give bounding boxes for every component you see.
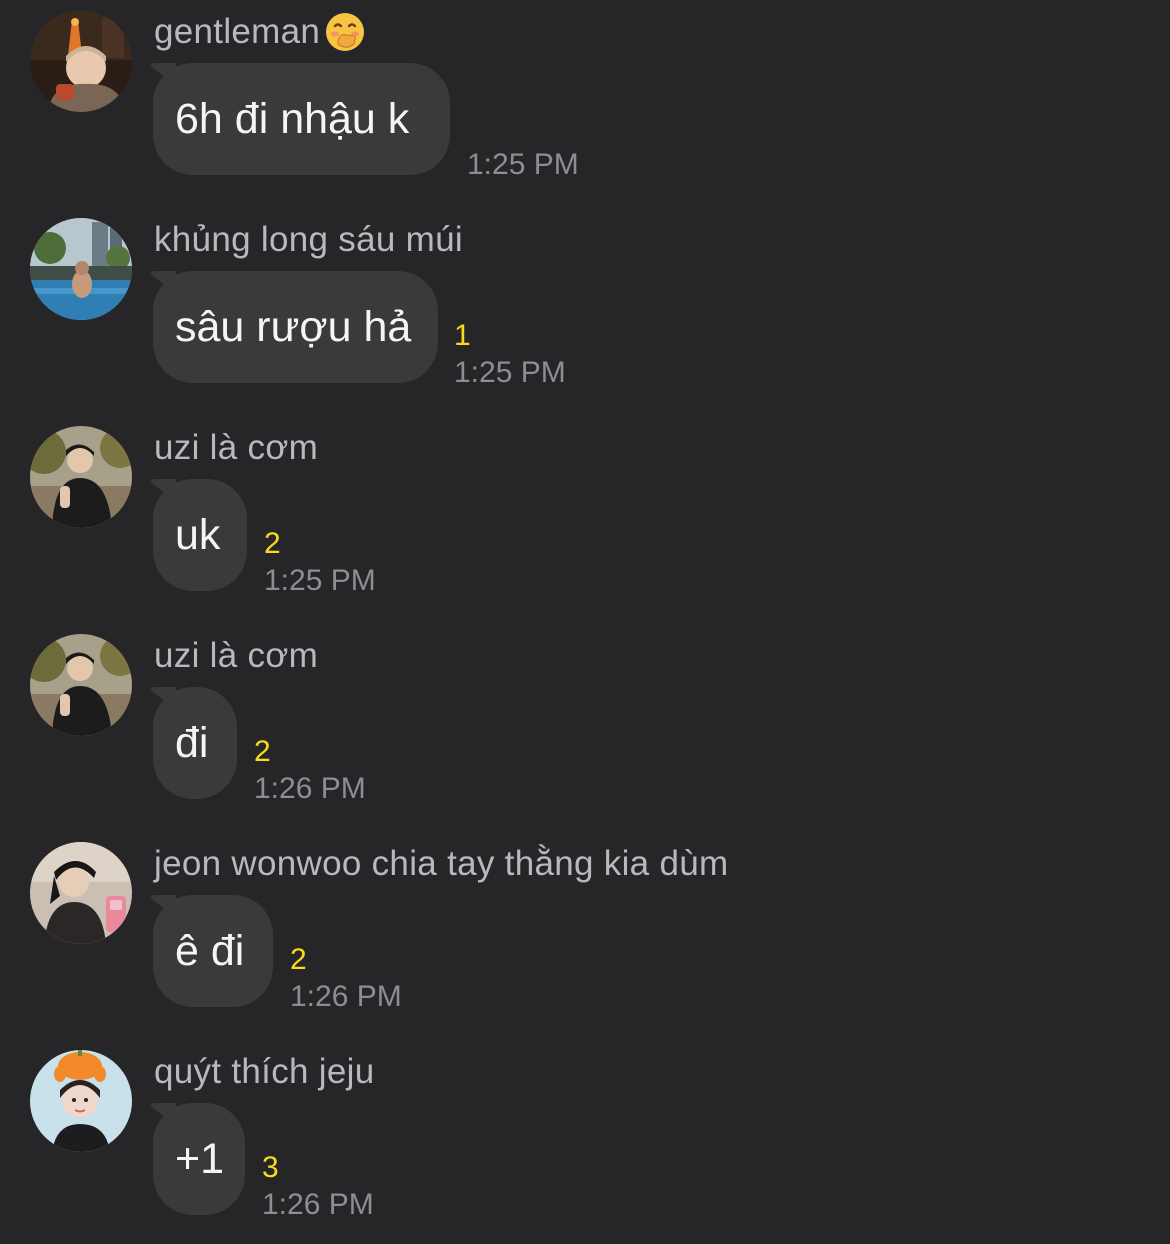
sender-name: gentleman (154, 8, 366, 56)
chat-message-list[interactable]: gentleman 6h đi nhậu k 1:25 PM khủng lon… (0, 0, 1170, 1244)
avatar-photo (30, 1050, 132, 1152)
avatar[interactable] (30, 842, 132, 944)
sender-name-text: jeon wonwoo chia tay thằng kia dùm (154, 844, 729, 883)
message-bubble[interactable]: ê đi (153, 895, 273, 1007)
hand-over-mouth-emoji (326, 13, 365, 51)
avatar[interactable] (30, 1050, 132, 1152)
sender-name-text: quýt thích jeju (154, 1052, 375, 1091)
message-text: đi (175, 718, 209, 767)
unread-count: 2 (264, 527, 281, 560)
message-row: uzi là cơm uk 2 1:25 PM (0, 416, 1170, 624)
avatar[interactable] (30, 426, 132, 528)
message-text: uk (175, 510, 221, 559)
message-bubble[interactable]: sâu rượu hả (153, 271, 438, 383)
message-row: quýt thích jeju +1 3 1:26 PM (0, 1040, 1170, 1244)
avatar-photo (30, 218, 132, 320)
message-row: jeon wonwoo chia tay thằng kia dùm ê đi … (0, 832, 1170, 1040)
message-bubble[interactable]: 6h đi nhậu k (153, 63, 450, 175)
unread-count: 2 (254, 735, 271, 768)
message-text: sâu rượu hả (175, 302, 412, 351)
message-bubble[interactable]: uk (153, 479, 247, 591)
sender-name-text: gentleman (154, 12, 321, 51)
avatar[interactable] (30, 218, 132, 320)
sender-name: khủng long sáu múi (154, 216, 463, 264)
message-time: 1:25 PM (454, 356, 566, 389)
sender-name-text: uzi là cơm (154, 636, 319, 675)
sender-name: uzi là cơm (154, 424, 318, 472)
message-time: 1:25 PM (467, 148, 579, 181)
sender-name-text: khủng long sáu múi (154, 220, 463, 259)
message-row: khủng long sáu múi sâu rượu hả 1 1:25 PM (0, 208, 1170, 416)
message-row: uzi là cơm đi 2 1:26 PM (0, 624, 1170, 832)
message-text: ê đi (175, 926, 245, 975)
unread-count: 1 (454, 319, 471, 352)
sender-name-text: uzi là cơm (154, 428, 319, 467)
avatar-photo (30, 842, 132, 944)
message-time: 1:26 PM (254, 772, 366, 805)
message-bubble[interactable]: đi (153, 687, 237, 799)
unread-count: 3 (262, 1151, 279, 1184)
avatar[interactable] (30, 634, 132, 736)
unread-count: 2 (290, 943, 307, 976)
message-text: 6h đi nhậu k (175, 94, 410, 143)
message-time: 1:26 PM (290, 980, 402, 1013)
avatar[interactable] (30, 10, 132, 112)
sender-name: uzi là cơm (154, 632, 318, 680)
avatar-photo (30, 634, 132, 736)
avatar-photo (30, 426, 132, 528)
message-text: +1 (175, 1134, 225, 1183)
message-time: 1:26 PM (262, 1188, 374, 1221)
message-bubble[interactable]: +1 (153, 1103, 245, 1215)
sender-name: quýt thích jeju (154, 1048, 374, 1096)
sender-name: jeon wonwoo chia tay thằng kia dùm (154, 840, 728, 888)
message-time: 1:25 PM (264, 564, 376, 597)
avatar-photo (30, 10, 132, 112)
message-row: gentleman 6h đi nhậu k 1:25 PM (0, 0, 1170, 208)
